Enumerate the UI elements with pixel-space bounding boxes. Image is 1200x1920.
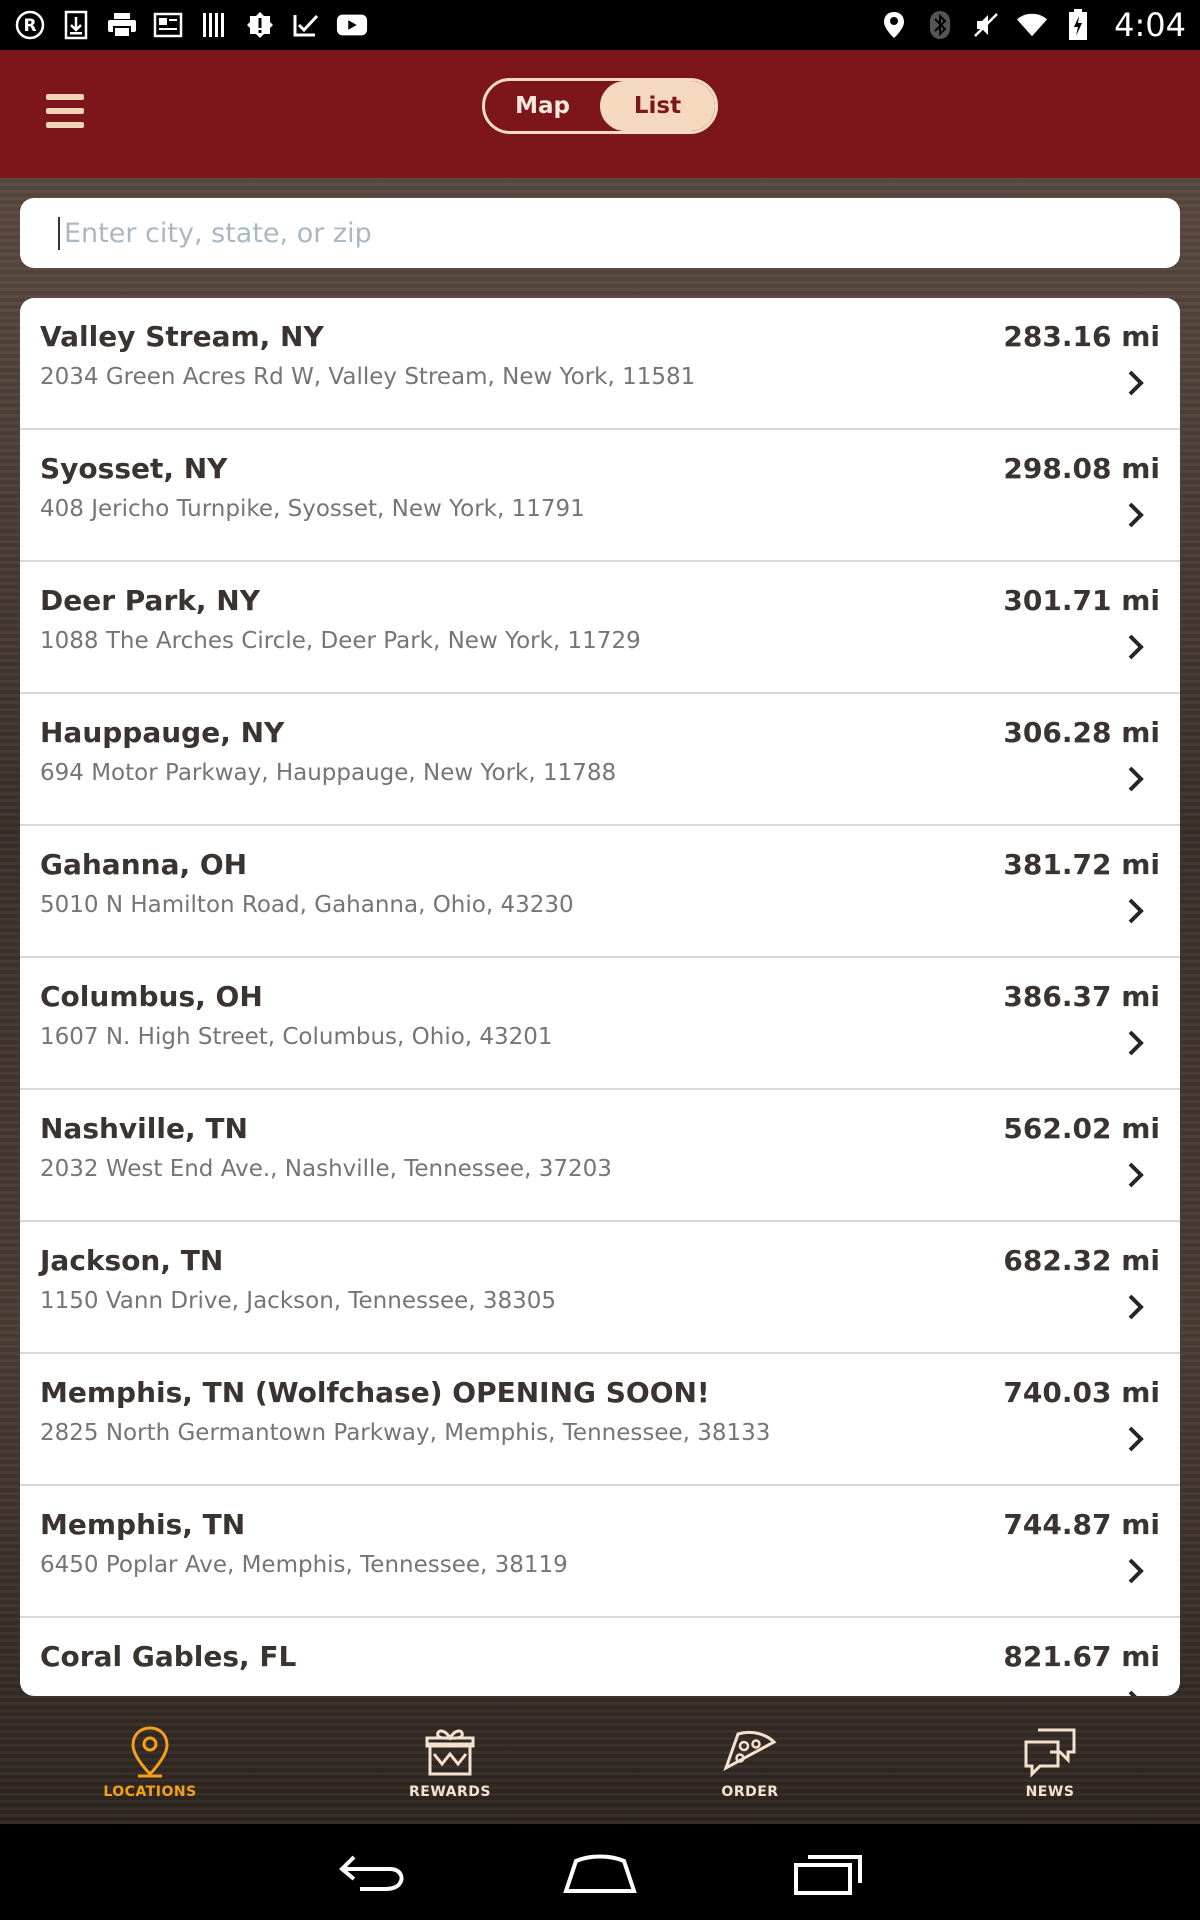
battery-icon: [1062, 9, 1094, 41]
location-title: Gahanna, OH: [40, 848, 248, 881]
location-icon: [878, 9, 910, 41]
location-title: Memphis, TN: [40, 1508, 246, 1541]
home-icon[interactable]: [560, 1847, 640, 1897]
location-pin-icon: [131, 1726, 169, 1778]
menu-button[interactable]: [44, 86, 88, 138]
location-row[interactable]: Valley Stream, NY 2034 Green Acres Rd W,…: [20, 298, 1180, 430]
location-distance: 283.16 mi: [1003, 320, 1160, 353]
location-title: Coral Gables, FL: [40, 1640, 297, 1673]
location-distance: 740.03 mi: [1003, 1376, 1160, 1409]
download-icon: [60, 9, 92, 41]
location-row[interactable]: Gahanna, OH 5010 N Hamilton Road, Gahann…: [20, 826, 1180, 958]
nav-label: REWARDS: [409, 1784, 491, 1800]
location-distance: 381.72 mi: [1003, 848, 1160, 881]
nav-order[interactable]: ORDER: [600, 1700, 900, 1824]
list-toggle-button[interactable]: List: [600, 81, 715, 131]
location-title: Jackson, TN: [40, 1244, 224, 1277]
location-row[interactable]: Memphis, TN (Wolfchase) OPENING SOON! 28…: [20, 1354, 1180, 1486]
location-distance: 298.08 mi: [1003, 452, 1160, 485]
chevron-right-icon: [1128, 1294, 1144, 1320]
location-distance: 306.28 mi: [1003, 716, 1160, 749]
location-title: Nashville, TN: [40, 1112, 248, 1145]
location-distance: 682.32 mi: [1003, 1244, 1160, 1277]
location-title: Hauppauge, NY: [40, 716, 285, 749]
nav-label: NEWS: [1025, 1784, 1075, 1800]
location-search-input[interactable]: [58, 216, 1180, 250]
bottom-navigation: LOCATIONS REWARDS ORDER NEWS: [0, 1700, 1200, 1824]
location-address: 6450 Poplar Ave, Memphis, Tennessee, 381…: [40, 1552, 568, 1578]
location-distance: 301.71 mi: [1003, 584, 1160, 617]
chevron-right-icon: [1128, 502, 1144, 528]
alert-icon: [244, 9, 276, 41]
nav-news[interactable]: NEWS: [900, 1700, 1200, 1824]
bluetooth-icon: [924, 9, 956, 41]
nav-label: LOCATIONS: [103, 1784, 197, 1800]
location-address: 694 Motor Parkway, Hauppauge, New York, …: [40, 760, 617, 786]
locations-list[interactable]: Valley Stream, NY 2034 Green Acres Rd W,…: [20, 298, 1180, 1696]
location-row[interactable]: Deer Park, NY 1088 The Arches Circle, De…: [20, 562, 1180, 694]
location-title: Deer Park, NY: [40, 584, 260, 617]
map-list-toggle: Map List: [482, 78, 718, 134]
pizza-slice-icon: [723, 1730, 777, 1772]
youtube-icon: [336, 9, 368, 41]
location-address: 1607 N. High Street, Columbus, Ohio, 432…: [40, 1024, 553, 1050]
location-distance: 386.37 mi: [1003, 980, 1160, 1013]
news-icon: [152, 9, 184, 41]
status-bar-system: 4:04: [878, 6, 1186, 44]
chevron-right-icon: [1128, 634, 1144, 660]
location-address: 1088 The Arches Circle, Deer Park, New Y…: [40, 628, 641, 654]
location-address: 2034 Green Acres Rd W, Valley Stream, Ne…: [40, 364, 696, 390]
location-distance: 562.02 mi: [1003, 1112, 1160, 1145]
chevron-right-icon: [1128, 898, 1144, 924]
location-title: Syosset, NY: [40, 452, 228, 485]
search-bar: [20, 198, 1180, 268]
location-distance: 821.67 mi: [1003, 1640, 1160, 1673]
location-row[interactable]: Syosset, NY 408 Jericho Turnpike, Syosse…: [20, 430, 1180, 562]
chevron-right-icon: [1128, 1030, 1144, 1056]
wifi-icon: [1016, 9, 1048, 41]
location-address: 2825 North Germantown Parkway, Memphis, …: [40, 1420, 771, 1446]
chevron-right-icon: [1128, 1426, 1144, 1452]
barcode-icon: [198, 9, 230, 41]
print-icon: [106, 9, 138, 41]
nav-rewards[interactable]: REWARDS: [300, 1700, 600, 1824]
clock: 4:04: [1114, 6, 1186, 44]
location-address: 408 Jericho Turnpike, Syosset, New York,…: [40, 496, 585, 522]
app-header: Map List: [0, 50, 1200, 178]
hamburger-menu-icon: [46, 94, 84, 128]
svg-text:R: R: [23, 16, 36, 36]
chevron-right-icon: [1128, 1162, 1144, 1188]
location-row[interactable]: Jackson, TN 1150 Vann Drive, Jackson, Te…: [20, 1222, 1180, 1354]
location-row[interactable]: Memphis, TN 6450 Poplar Ave, Memphis, Te…: [20, 1486, 1180, 1618]
system-navigation-bar: [0, 1824, 1200, 1920]
chevron-right-icon: [1128, 766, 1144, 792]
location-address: 1150 Vann Drive, Jackson, Tennessee, 383…: [40, 1288, 557, 1314]
chevron-right-icon: [1128, 1558, 1144, 1584]
registered-icon: R: [14, 9, 46, 41]
recent-apps-icon[interactable]: [790, 1847, 870, 1897]
chevron-right-icon: [1128, 370, 1144, 396]
location-row[interactable]: Hauppauge, NY 694 Motor Parkway, Hauppau…: [20, 694, 1180, 826]
location-title: Valley Stream, NY: [40, 320, 324, 353]
nav-label: ORDER: [721, 1784, 779, 1800]
chat-bubbles-icon: [1024, 1728, 1076, 1778]
chevron-right-icon: [1128, 1690, 1137, 1696]
nav-locations[interactable]: LOCATIONS: [0, 1700, 300, 1824]
location-address: 2032 West End Ave., Nashville, Tennessee…: [40, 1156, 612, 1182]
gift-box-icon: [425, 1729, 475, 1776]
map-toggle-button[interactable]: Map: [485, 81, 600, 131]
location-distance: 744.87 mi: [1003, 1508, 1160, 1541]
location-row[interactable]: Nashville, TN 2032 West End Ave., Nashvi…: [20, 1090, 1180, 1222]
back-icon[interactable]: [330, 1847, 410, 1897]
location-title: Columbus, OH: [40, 980, 263, 1013]
status-bar: R 4:04: [0, 0, 1200, 50]
location-row[interactable]: Coral Gables, FL 821.67 mi: [20, 1618, 1180, 1696]
location-address: 5010 N Hamilton Road, Gahanna, Ohio, 432…: [40, 892, 574, 918]
task-icon: [290, 9, 322, 41]
location-row[interactable]: Columbus, OH 1607 N. High Street, Columb…: [20, 958, 1180, 1090]
status-bar-notifications: R: [14, 9, 368, 41]
mute-icon: [970, 9, 1002, 41]
location-title: Memphis, TN (Wolfchase) OPENING SOON!: [40, 1376, 710, 1409]
